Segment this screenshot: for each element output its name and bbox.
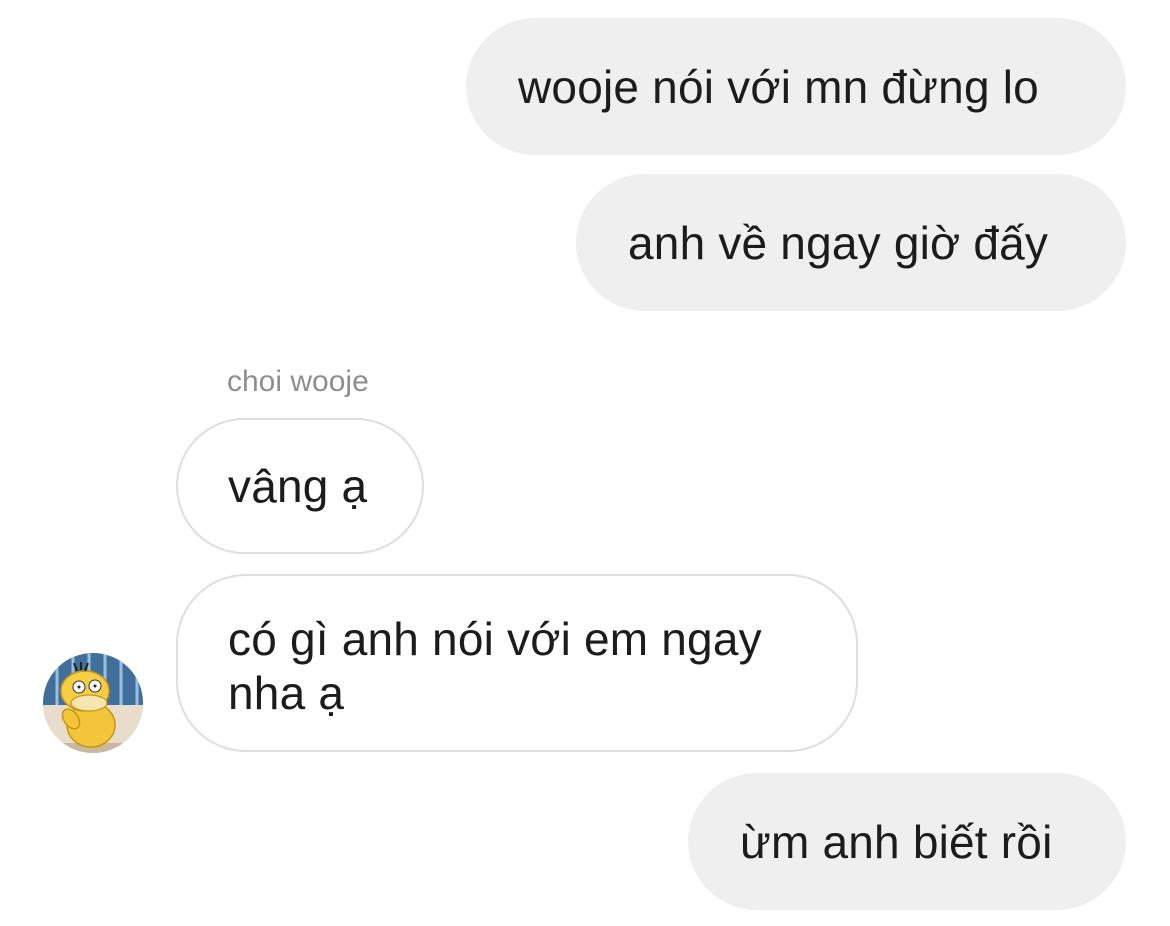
incoming-message-bubble[interactable]: có gì anh nói với em ngay nha ạ (176, 574, 858, 752)
message-text: có gì anh nói với em ngay nha ạ (228, 613, 762, 719)
message-text: wooje nói với mn đừng lo (518, 60, 1039, 113)
message-text: ừm anh biết rồi (740, 815, 1053, 868)
outgoing-message-bubble[interactable]: wooje nói với mn đừng lo (466, 18, 1126, 155)
sender-name: choi wooje (227, 365, 369, 398)
psyduck-avatar-icon (43, 653, 143, 753)
message-text: vâng ạ (228, 460, 368, 512)
outgoing-message-bubble[interactable]: ừm anh biết rồi (688, 773, 1126, 910)
avatar[interactable] (43, 653, 143, 753)
incoming-message-bubble[interactable]: vâng ạ (176, 418, 424, 554)
outgoing-message-bubble[interactable]: anh về ngay giờ đấy (576, 174, 1126, 311)
message-text: anh về ngay giờ đấy (628, 216, 1049, 269)
